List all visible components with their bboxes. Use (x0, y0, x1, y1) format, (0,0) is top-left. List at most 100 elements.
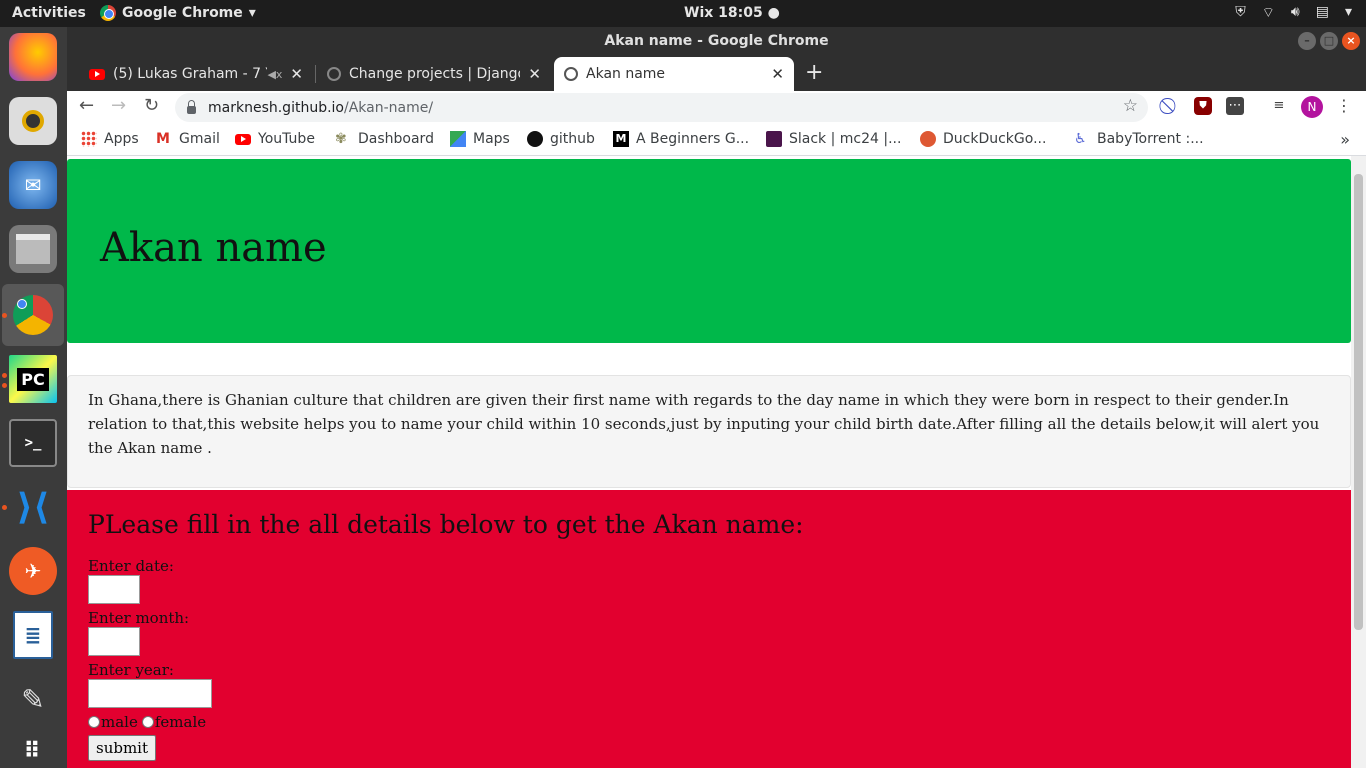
year-input[interactable] (88, 679, 212, 708)
date-input[interactable] (88, 575, 140, 604)
globe-icon (564, 67, 578, 81)
bookmark-babytorrent[interactable]: ♿︎ BabyTorrent :... (1074, 131, 1204, 147)
notification-dot-icon: ● (767, 5, 780, 21)
dock-running-indicator (2, 373, 7, 378)
kebab-menu-icon[interactable]: ⋮ (1335, 97, 1353, 115)
bookmark-youtube[interactable]: YouTube (235, 131, 315, 147)
block-extension-icon[interactable]: ⃠ (1162, 97, 1180, 115)
new-tab-plus-icon[interactable]: + (805, 60, 823, 85)
bookmark-star-icon[interactable]: ☆ (1123, 96, 1138, 116)
bookmark-maps[interactable]: Maps (450, 131, 510, 147)
page-viewport: Akan name In Ghana,there is Ghanian cult… (67, 156, 1366, 768)
system-top-bar: Activities Google Chrome ▾ Wix 18:05 ● ⛨… (0, 0, 1366, 27)
bookmark-duckduckgo[interactable]: DuckDuckGo... (920, 131, 1046, 147)
female-label: female (154, 713, 207, 731)
bookmark-github[interactable]: github (527, 131, 595, 147)
writer-icon[interactable]: ≣ (13, 611, 53, 659)
bookmarks-overflow-icon[interactable]: » (1340, 130, 1350, 149)
intro-text: In Ghana,there is Ghanian culture that c… (88, 391, 1320, 457)
page-title: Akan name (100, 225, 327, 271)
lock-icon[interactable] (187, 99, 196, 114)
male-label: male (101, 713, 138, 731)
dock: ✉ PC >_ ⟩⟨ ✈ ≣ ✎ ⠿ (0, 27, 67, 768)
scrollbar-thumb[interactable] (1354, 174, 1363, 630)
browser-toolbar: ← → ↻ marknesh.github.io/Akan-name/ ☆ ⃠ … (67, 91, 1366, 124)
files-icon[interactable] (9, 225, 57, 273)
profile-avatar[interactable]: N (1301, 96, 1323, 118)
postman-icon[interactable]: ✈ (9, 547, 57, 595)
male-radio[interactable] (88, 716, 100, 728)
minimize-icon[interactable]: – (1298, 32, 1316, 50)
shield-icon[interactable]: ⛨ (1235, 4, 1246, 22)
back-arrow-icon[interactable]: ← (79, 95, 94, 116)
female-radio[interactable] (141, 716, 154, 728)
bookmark-label: Apps (104, 131, 139, 147)
maximize-icon[interactable]: □ (1320, 32, 1338, 50)
bookmarks-bar: Apps M Gmail YouTube ✾ Dashboard Maps gith… (67, 124, 1366, 156)
dock-running-indicator (2, 313, 7, 318)
extension-dots-icon[interactable]: ⋯ (1226, 97, 1244, 115)
show-applications-icon[interactable]: ⠿ (9, 727, 57, 768)
tab-akan-name[interactable]: Akan name ✕ (554, 57, 794, 91)
terminal-icon[interactable]: >_ (9, 419, 57, 467)
github-icon (527, 131, 543, 147)
close-icon[interactable]: ✕ (528, 65, 541, 83)
submit-button[interactable]: submit (88, 735, 157, 761)
bookmark-apps[interactable]: Apps (81, 131, 139, 147)
url-host: marknesh.github.io (208, 99, 344, 116)
window-title-bar: Akan name - Google Chrome – □ × (67, 27, 1366, 55)
activities-button[interactable]: Activities (12, 5, 86, 21)
volume-icon: 🔊︎ (1290, 4, 1300, 20)
chevron-down-icon: ▾ (1344, 4, 1352, 20)
bookmark-dashboard[interactable]: ✾ Dashboard (335, 131, 434, 147)
firefox-icon[interactable] (9, 33, 57, 81)
bookmark-label: A Beginners G... (636, 131, 750, 147)
babytorrent-icon: ♿︎ (1074, 131, 1087, 147)
text-editor-icon[interactable]: ✎ (9, 675, 57, 723)
close-icon[interactable]: × (1342, 32, 1360, 50)
gender-radio-group: male female (88, 713, 1330, 731)
tab-django[interactable]: Change projects | Django ✕ (317, 57, 551, 91)
page-scrollbar[interactable] (1351, 156, 1366, 768)
bookmark-gmail[interactable]: M Gmail (156, 131, 220, 147)
bookmark-label: DuckDuckGo... (943, 131, 1047, 147)
close-icon[interactable]: ✕ (290, 65, 303, 83)
pycharm-icon[interactable]: PC (9, 355, 57, 403)
bookmark-label: github (550, 131, 595, 147)
close-icon[interactable]: ✕ (771, 65, 784, 83)
dashboard-icon: ✾ (335, 131, 347, 147)
chrome-icon[interactable] (9, 291, 57, 339)
vscode-icon[interactable]: ⟩⟨ (9, 483, 57, 531)
month-label: Enter month: (88, 609, 190, 627)
app-menu-label: Google Chrome (122, 5, 243, 21)
tab-title: Change projects | Django (349, 66, 521, 82)
clock[interactable]: Wix 18:05 ● (684, 5, 780, 21)
medium-icon: M (613, 131, 629, 147)
tab-title: (5) Lukas Graham - 7 Ye (113, 66, 268, 82)
ublock-icon[interactable]: ⛊ (1194, 97, 1212, 115)
maps-icon (450, 131, 466, 147)
form-title: PLease fill in the all details below to … (88, 510, 804, 539)
slack-icon (766, 131, 782, 147)
rhythmbox-icon[interactable] (9, 97, 57, 145)
app-menu[interactable]: Google Chrome ▾ (100, 5, 256, 21)
bookmark-beginners-guide[interactable]: M A Beginners G... (613, 131, 749, 147)
year-label: Enter year: (88, 661, 174, 679)
media-queue-icon[interactable]: ≡ (1270, 97, 1288, 115)
bookmark-label: Dashboard (358, 131, 434, 147)
apps-grid-icon (81, 131, 97, 147)
reload-icon[interactable]: ↻ (144, 95, 159, 116)
forward-arrow-icon[interactable]: → (111, 95, 126, 116)
intro-panel: In Ghana,there is Ghanian culture that c… (67, 375, 1351, 488)
bookmark-slack[interactable]: Slack | mc24 |... (766, 131, 901, 147)
duckduckgo-icon (920, 131, 936, 147)
thunderbird-icon[interactable]: ✉ (9, 161, 57, 209)
akan-form-panel: PLease fill in the all details below to … (67, 490, 1351, 768)
muted-speaker-icon[interactable]: ◀ⅹ (267, 68, 282, 81)
tab-youtube[interactable]: (5) Lukas Graham - 7 Ye ◀ⅹ ✕ (79, 57, 313, 91)
address-bar[interactable]: marknesh.github.io/Akan-name/ ☆ (175, 93, 1148, 122)
system-tray[interactable]: ⛨ ⌔ 🔊︎ ▤ ▾ (1235, 4, 1352, 22)
dock-running-indicator (2, 505, 7, 510)
month-input[interactable] (88, 627, 140, 656)
gmail-icon: M (156, 131, 170, 147)
